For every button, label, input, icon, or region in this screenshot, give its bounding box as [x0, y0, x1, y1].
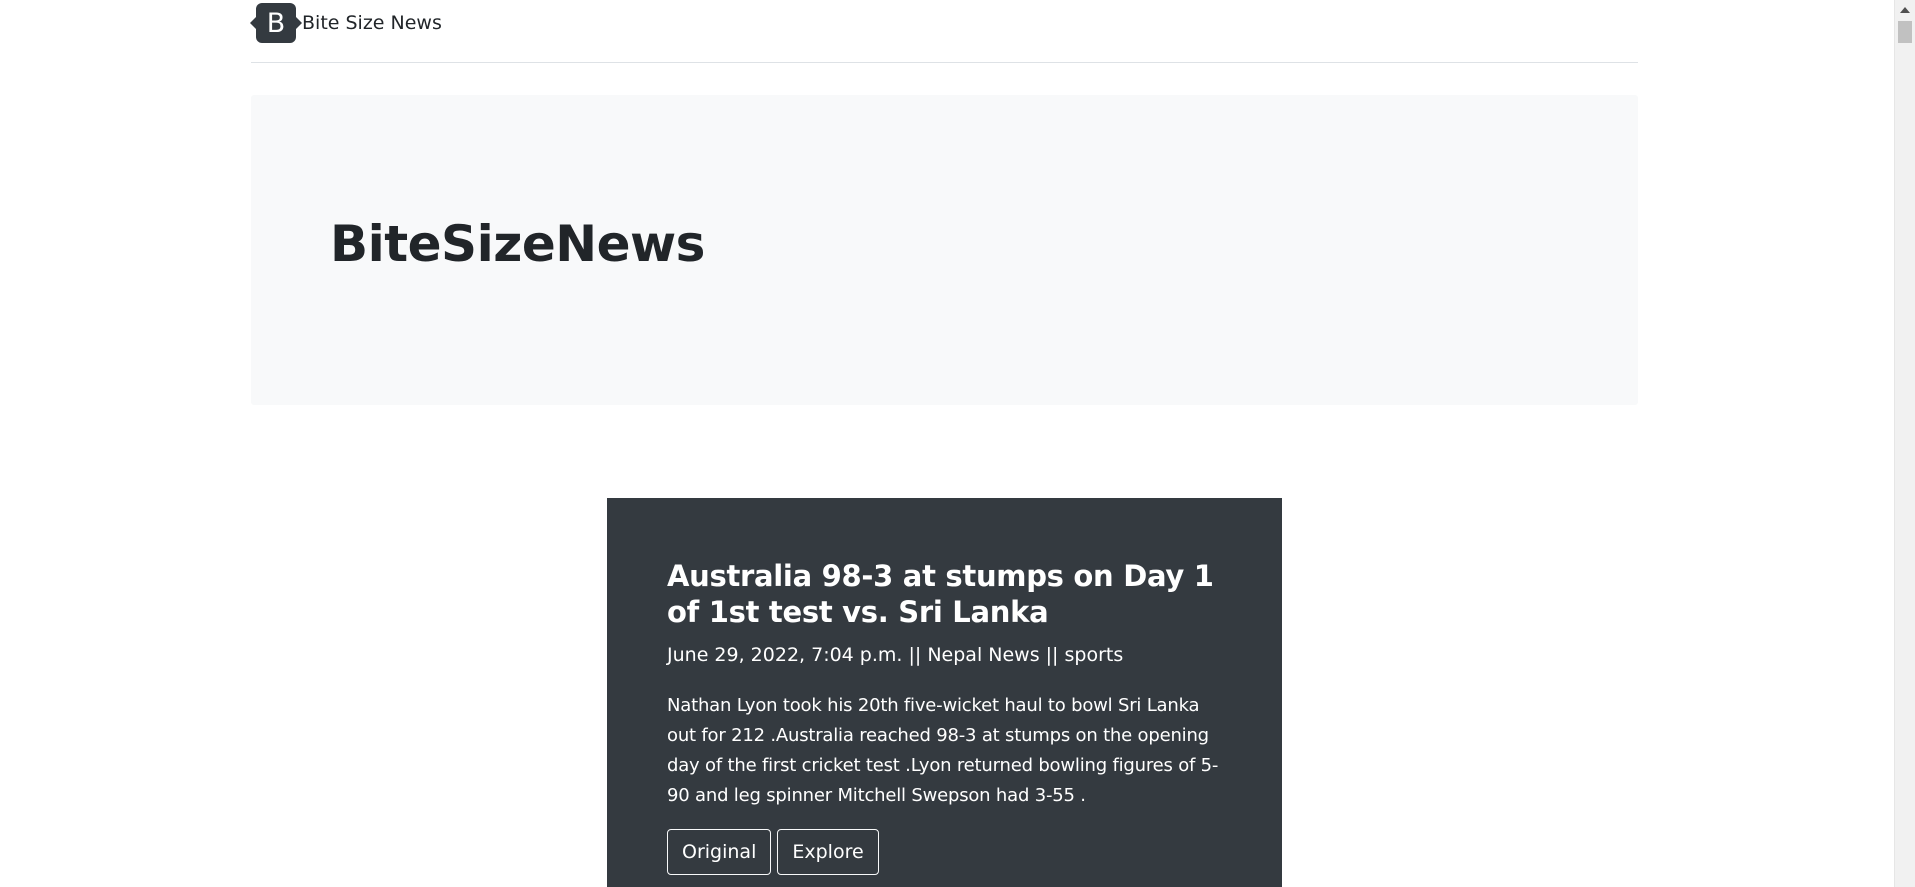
- bootstrap-logo-icon: B: [250, 3, 302, 43]
- vertical-scrollbar[interactable]: [1894, 0, 1915, 887]
- site-header: B Bite Size News: [250, 0, 1638, 63]
- news-title: Australia 98-3 at stumps on Day 1 of 1st…: [667, 559, 1214, 629]
- page: B Bite Size News BiteSizeNews Australia …: [0, 0, 1915, 887]
- original-button[interactable]: Original: [667, 829, 772, 875]
- hero-title: BiteSizeNews: [330, 215, 705, 273]
- scroll-up-arrow-icon[interactable]: [1900, 7, 1910, 13]
- hero-banner: BiteSizeNews: [251, 95, 1638, 405]
- news-actions: Original Explore: [667, 829, 879, 875]
- news-card: Australia 98-3 at stumps on Day 1 of 1st…: [607, 498, 1282, 887]
- brand-name: Bite Size News: [302, 12, 442, 34]
- news-summary: Nathan Lyon took his 20th five-wicket ha…: [667, 695, 1219, 806]
- explore-button[interactable]: Explore: [777, 829, 879, 875]
- news-meta: June 29, 2022, 7:04 p.m. || Nepal News |…: [667, 644, 1124, 666]
- scroll-thumb[interactable]: [1898, 21, 1912, 43]
- brand-link[interactable]: B Bite Size News: [250, 3, 442, 43]
